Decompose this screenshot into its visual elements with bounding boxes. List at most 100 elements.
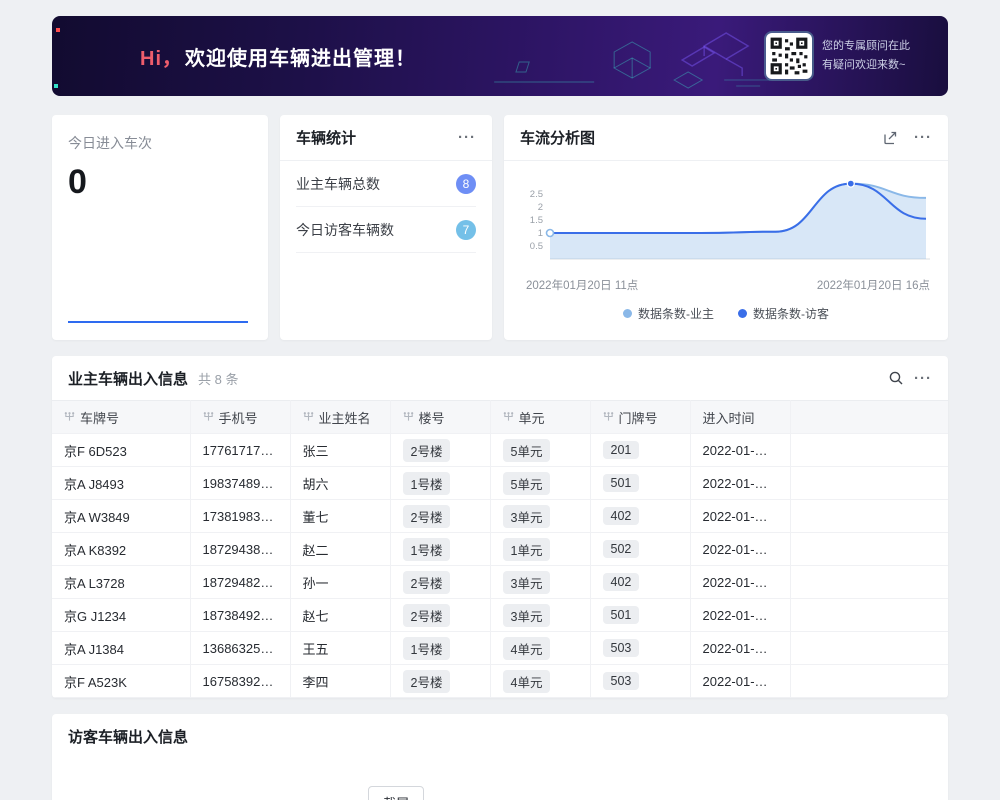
tag-pill: 502 [603, 540, 640, 558]
owner-table-card: 业主车辆出入信息 共 8 条 ··· 车牌号 手机号 业主姓名 楼号 单元 门牌号 进入时间… [52, 356, 948, 698]
cell-owner-name: 赵二 [290, 533, 390, 566]
more-icon[interactable]: ··· [914, 130, 932, 145]
field-icon [303, 410, 314, 425]
cell-plate: 京A K8392 [52, 533, 190, 566]
cell-plate: 京A J8493 [52, 467, 190, 500]
traffic-chart-card: 车流分析图 ··· 0.511.522.5 2022年01月20日 11点 20… [504, 115, 948, 340]
tag-pill: 5单元 [503, 472, 551, 495]
vehicle-stat-label: 今日访客车辆数 [296, 220, 394, 240]
cell-blank [790, 566, 948, 599]
column-label: 业主姓名 [319, 408, 371, 427]
tag-pill: 501 [603, 606, 640, 624]
chart-legend: 数据条数-业主 数据条数-访客 [520, 305, 932, 322]
column-header-inner: 楼号 [403, 408, 478, 427]
legend-dot [623, 309, 632, 318]
cell-phone: 18738492… [190, 599, 290, 632]
cell-blank [790, 434, 948, 467]
qr-caption: 您的专属顾问在此 有疑问欢迎来数~ [822, 37, 910, 74]
traffic-line-chart[interactable]: 0.511.522.5 [520, 171, 932, 275]
today-entry-card: 今日进入车次 0 [52, 115, 268, 340]
cell-plate: 京F A523K [52, 665, 190, 698]
cell-enter-time: 2022-01-… [690, 434, 790, 467]
svg-text:0.5: 0.5 [530, 241, 543, 252]
field-branch-icon [203, 411, 214, 422]
cell-blank [790, 665, 948, 698]
dashboard-page: Hi，欢迎使用车辆进出管理！ [0, 0, 1000, 800]
vehicle-stats-list: 业主车辆总数 8 今日访客车辆数 7 [280, 161, 492, 253]
cell-building: 2号楼 [390, 500, 490, 533]
table-row[interactable]: 京A J849319837489…胡六1号楼5单元5012022-01-… [52, 467, 948, 500]
field-branch-icon [403, 411, 414, 422]
field-icon [203, 410, 214, 425]
cell-door: 402 [590, 500, 690, 533]
cell-door: 501 [590, 467, 690, 500]
table-row[interactable]: 京A K839218729438…赵二1号楼1单元5022022-01-… [52, 533, 948, 566]
column-header-plate[interactable]: 车牌号 [52, 401, 190, 434]
more-icon[interactable]: ··· [458, 130, 476, 145]
summary-cards-row: 今日进入车次 0 车辆统计 ··· 业主车辆总数 8 今日访客车辆数 7 车流分析图 … [52, 115, 948, 340]
x-tick-start: 2022年01月20日 11点 [526, 277, 638, 293]
count-badge: 8 [456, 174, 476, 194]
table-row[interactable]: 京F A523K16758392…李四2号楼4单元5032022-01-… [52, 665, 948, 698]
tag-pill: 3单元 [503, 571, 551, 594]
column-header-building[interactable]: 楼号 [390, 401, 490, 434]
column-label: 进入时间 [703, 408, 755, 427]
vehicle-stats-title: 车辆统计 [296, 127, 356, 148]
column-header-enter-time[interactable]: 进入时间 [690, 401, 790, 434]
vehicle-stat-row: 业主车辆总数 8 [296, 161, 476, 207]
table-row[interactable]: 京F 6D52317761717…张三2号楼5单元2012022-01-… [52, 434, 948, 467]
vehicle-stat-label: 业主车辆总数 [296, 174, 380, 194]
tag-pill: 1号楼 [403, 472, 451, 495]
cell-blank [790, 599, 948, 632]
table-row[interactable]: 京A J138413686325…王五1号楼4单元5032022-01-… [52, 632, 948, 665]
tag-pill: 4单元 [503, 670, 551, 693]
cell-door: 503 [590, 665, 690, 698]
legend-item[interactable]: 数据条数-业主 [623, 305, 714, 322]
more-icon[interactable]: ··· [914, 371, 932, 386]
table-row[interactable]: 京A L372818729482…孙一2号楼3单元4022022-01-… [52, 566, 948, 599]
banner-greeting: Hi， [140, 48, 183, 70]
vehicle-stat-row: 今日访客车辆数 7 [296, 207, 476, 253]
field-branch-icon [603, 411, 614, 422]
column-header-phone[interactable]: 手机号 [190, 401, 290, 434]
visitor-table-header: 访客车辆出入信息 [52, 714, 948, 758]
owner-table-header: 业主车辆出入信息 共 8 条 ··· [52, 356, 948, 400]
table-body: 京F 6D52317761717…张三2号楼5单元2012022-01-…京A … [52, 434, 948, 698]
banner-title: Hi，欢迎使用车辆进出管理！ [140, 42, 416, 71]
column-label: 门牌号 [619, 408, 658, 427]
welcome-banner: Hi，欢迎使用车辆进出管理！ [52, 16, 948, 96]
cell-owner-name: 张三 [290, 434, 390, 467]
table-row[interactable]: 京A W384917381983…董七2号楼3单元4022022-01-… [52, 500, 948, 533]
owner-table-title: 业主车辆出入信息 [68, 368, 188, 389]
banner-accent-square [54, 84, 58, 88]
external-link-icon[interactable] [883, 130, 898, 145]
legend-item[interactable]: 数据条数-访客 [738, 305, 829, 322]
banner-accent-square [56, 28, 60, 32]
count-badge: 7 [456, 220, 476, 240]
column-header-inner: 车牌号 [64, 408, 178, 427]
cell-blank [790, 467, 948, 500]
table-row[interactable]: 京G J123418738492…赵七2号楼3单元5012022-01-… [52, 599, 948, 632]
svg-text:2.5: 2.5 [530, 189, 543, 200]
vehicle-stats-card: 车辆统计 ··· 业主车辆总数 8 今日访客车辆数 7 [280, 115, 492, 340]
cell-enter-time: 2022-01-… [690, 467, 790, 500]
column-header-owner-name[interactable]: 业主姓名 [290, 401, 390, 434]
column-label: 楼号 [419, 408, 445, 427]
cell-blank [790, 632, 948, 665]
cell-blank [790, 533, 948, 566]
svg-text:1.5: 1.5 [530, 215, 543, 226]
cell-door: 501 [590, 599, 690, 632]
cell-unit: 5单元 [490, 467, 590, 500]
tag-pill: 3单元 [503, 505, 551, 528]
cell-unit: 4单元 [490, 632, 590, 665]
partial-button[interactable]: 截屏 [368, 786, 424, 800]
search-icon[interactable] [888, 370, 904, 386]
cell-owner-name: 李四 [290, 665, 390, 698]
column-label: 手机号 [219, 408, 258, 427]
cell-enter-time: 2022-01-… [690, 533, 790, 566]
tag-pill: 402 [603, 507, 640, 525]
column-header-door[interactable]: 门牌号 [590, 401, 690, 434]
vehicle-stats-header: 车辆统计 ··· [280, 115, 492, 161]
cell-plate: 京A L3728 [52, 566, 190, 599]
column-header-unit[interactable]: 单元 [490, 401, 590, 434]
